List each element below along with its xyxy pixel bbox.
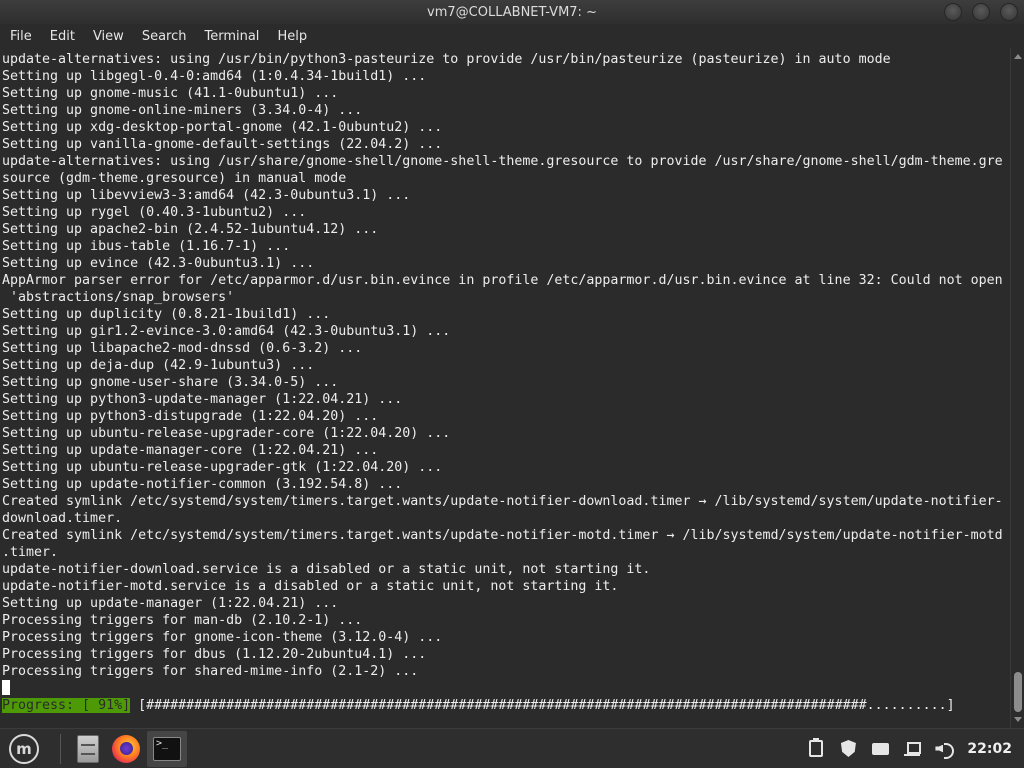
network-icon[interactable] <box>903 740 922 758</box>
terminal-line: download.timer. <box>2 511 123 526</box>
terminal-line: Setting up gnome-user-share (3.34.0-5) .… <box>2 375 339 390</box>
terminal-line: Processing triggers for dbus (1.12.20-2u… <box>2 647 427 662</box>
terminal-line: 'abstractions/snap_browsers' <box>2 290 235 305</box>
firefox-launcher[interactable] <box>107 730 145 768</box>
terminal-line: Setting up ubuntu-release-upgrader-core … <box>2 426 451 441</box>
window-titlebar[interactable]: vm7@COLLABNET-VM7: ~ <box>0 0 1024 24</box>
file-manager-launcher[interactable] <box>69 730 107 768</box>
terminal-line: Processing triggers for shared-mime-info… <box>2 664 419 679</box>
terminal-scrollbar[interactable] <box>1010 48 1024 728</box>
terminal-line: Setting up rygel (0.40.3-1ubuntu2) ... <box>2 205 307 220</box>
cursor-line <box>2 680 1010 697</box>
terminal-line: Setting up gnome-online-miners (3.34.0-4… <box>2 103 363 118</box>
terminal-line: Setting up duplicity (0.8.21-1build1) ..… <box>2 307 331 322</box>
keyboard-icon[interactable] <box>871 740 889 758</box>
terminal-line: update-alternatives: using /usr/bin/pyth… <box>2 52 891 67</box>
terminal-line: Setting up gnome-music (41.1-0ubuntu1) .… <box>2 86 339 101</box>
start-menu-button[interactable]: m <box>2 730 46 768</box>
terminal-taskbar-button[interactable]: >_ <box>147 730 187 767</box>
clipboard-icon[interactable] <box>807 738 825 758</box>
terminal-line: Setting up evince (42.3-0ubuntu3.1) ... <box>2 256 315 271</box>
close-button[interactable] <box>1000 3 1018 21</box>
terminal-line: Setting up xdg-desktop-portal-gnome (42.… <box>2 120 443 135</box>
terminal-line: update-alternatives: using /usr/share/gn… <box>2 154 1003 169</box>
scroll-up-arrow-icon[interactable] <box>1014 54 1022 59</box>
terminal-line: Created symlink /etc/systemd/system/time… <box>2 528 1003 543</box>
terminal-line: Setting up libevview3-3:amd64 (42.3-0ubu… <box>2 188 411 203</box>
menu-edit[interactable]: Edit <box>44 29 81 44</box>
taskbar: m >_ 22:02 <box>0 728 1024 768</box>
terminal-line: Setting up libapache2-mod-dnssd (0.6-3.2… <box>2 341 363 356</box>
system-tray: 22:02 <box>807 738 1024 759</box>
taskbar-separator <box>60 733 61 764</box>
terminal-line: AppArmor parser error for /etc/apparmor.… <box>2 273 1003 288</box>
shield-update-icon[interactable] <box>839 740 857 758</box>
progress-bar-text: [#######################################… <box>130 698 955 713</box>
window-title: vm7@COLLABNET-VM7: ~ <box>427 4 597 20</box>
menubar: File Edit View Search Terminal Help <box>0 24 1024 48</box>
progress-label: Progress: [ 91%] <box>2 698 131 713</box>
window-controls <box>944 3 1018 21</box>
scroll-down-arrow-icon[interactable] <box>1014 717 1022 722</box>
firefox-icon <box>112 734 140 763</box>
terminal-line: Setting up python3-distupgrade (1:22.04.… <box>2 409 379 424</box>
file-manager-icon <box>77 734 99 763</box>
terminal-line: update-notifier-download.service is a di… <box>2 562 651 577</box>
menu-help[interactable]: Help <box>271 29 313 44</box>
terminal-line: .timer. <box>2 545 59 560</box>
terminal-line: Setting up gir1.2-evince-3.0:amd64 (42.3… <box>2 324 451 339</box>
text-cursor <box>2 680 10 695</box>
terminal-line: Setting up ibus-table (1.16.7-1) ... <box>2 239 291 254</box>
minimize-button[interactable] <box>944 3 962 21</box>
terminal-line: update-notifier-motd.service is a disabl… <box>2 579 619 594</box>
maximize-button[interactable] <box>972 3 990 21</box>
terminal-line: Processing triggers for gnome-icon-theme… <box>2 630 443 645</box>
scroll-thumb[interactable] <box>1014 672 1022 712</box>
terminal-line: Setting up update-manager (1:22.04.21) .… <box>2 596 339 611</box>
clock[interactable]: 22:02 <box>967 741 1012 757</box>
terminal-line: Setting up libgegl-0.4-0:amd64 (1:0.4.34… <box>2 69 427 84</box>
terminal-icon: >_ <box>153 736 181 761</box>
terminal-line: Setting up ubuntu-release-upgrader-gtk (… <box>2 460 443 475</box>
linux-mint-logo-icon: m <box>9 733 39 764</box>
terminal-line: Setting up apache2-bin (2.4.52-1ubuntu4.… <box>2 222 379 237</box>
terminal-line: Setting up vanilla-gnome-default-setting… <box>2 137 443 152</box>
menu-view[interactable]: View <box>87 29 130 44</box>
menu-file[interactable]: File <box>4 29 38 44</box>
terminal-line: Setting up update-notifier-common (3.192… <box>2 477 403 492</box>
terminal-line: Setting up deja-dup (42.9-1ubuntu3) ... <box>2 358 315 373</box>
terminal-line: Processing triggers for man-db (2.10.2-1… <box>2 613 363 628</box>
menu-search[interactable]: Search <box>136 29 193 44</box>
terminal-output[interactable]: update-alternatives: using /usr/bin/pyth… <box>0 48 1010 728</box>
terminal-line: Setting up update-manager-core (1:22.04.… <box>2 443 379 458</box>
terminal-line: source (gdm-theme.gresource) in manual m… <box>2 171 347 186</box>
terminal-line: Created symlink /etc/systemd/system/time… <box>2 494 1003 509</box>
menu-terminal[interactable]: Terminal <box>198 29 265 44</box>
progress-line: Progress: [ 91%] [######################… <box>2 697 1010 714</box>
terminal-line: Setting up python3-update-manager (1:22.… <box>2 392 403 407</box>
volume-icon[interactable] <box>935 740 955 759</box>
